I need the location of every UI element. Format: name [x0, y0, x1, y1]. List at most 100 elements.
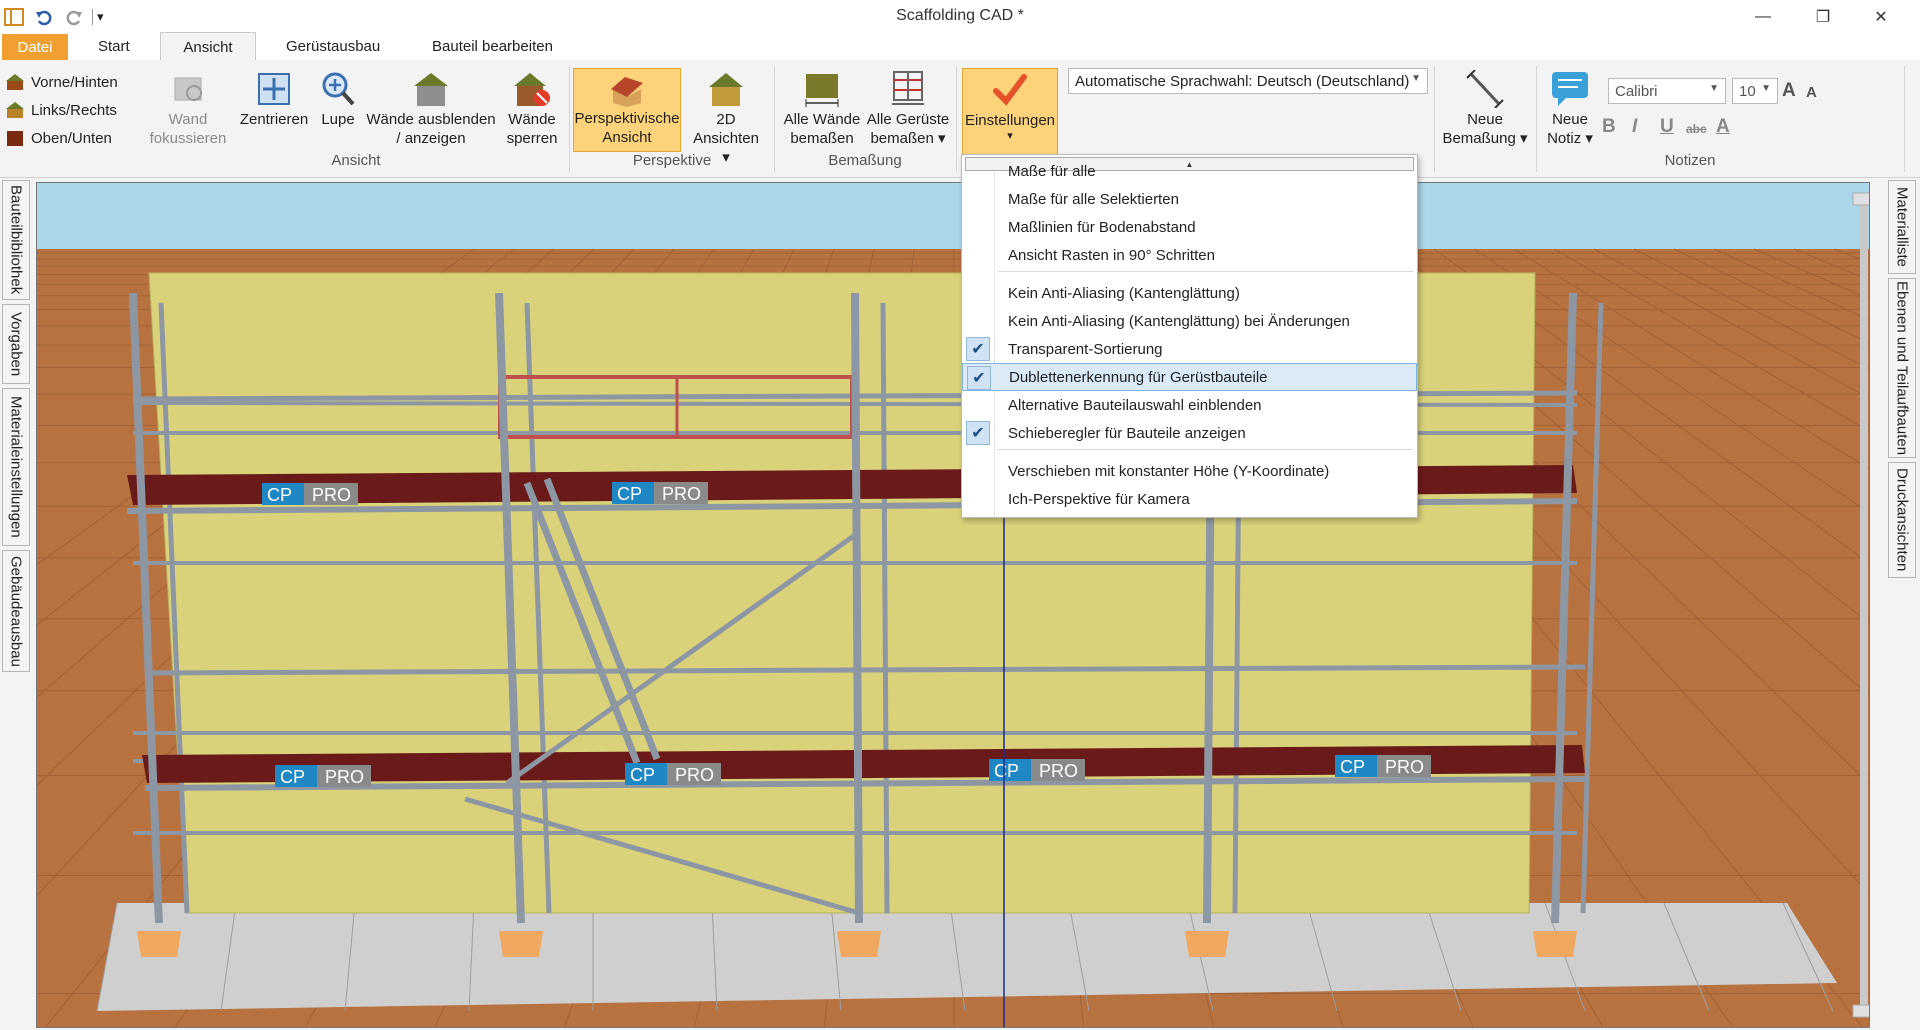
dropdown-item[interactable]: Ansicht Rasten in 90° Schritten — [962, 241, 1417, 269]
einstellungen-arrow: ▾ — [1007, 130, 1013, 142]
ribbon-separator — [774, 66, 775, 172]
dropdown-item[interactable]: Maße für alle — [962, 157, 1417, 185]
maximize-button[interactable]: ❐ — [1800, 0, 1846, 34]
checkmark-icon — [993, 74, 1027, 106]
bold-button[interactable]: B — [1602, 116, 1616, 138]
minimize-button[interactable]: — — [1740, 0, 1786, 34]
3d-viewport[interactable]: CP PRO CP PRO CP PRO CP PRO CP PRO CP PRO — [36, 182, 1870, 1028]
brand-text-left: CP — [280, 767, 305, 787]
links-rechts-button[interactable]: Links/Rechts — [6, 99, 117, 121]
dropdown-item-label: Alternative Bauteilauswahl einblenden — [1008, 396, 1262, 414]
neue-bemassung-button[interactable]: Neue Bemaßung ▾ — [1440, 70, 1530, 148]
tab-ansicht[interactable]: Ansicht — [160, 32, 256, 62]
dropdown-item[interactable]: Kein Anti-Aliasing (Kantenglättung) — [962, 279, 1417, 307]
dropdown-item-label: Verschieben mit konstanter Höhe (Y-Koord… — [1008, 462, 1330, 480]
grow-font-button[interactable]: A — [1782, 80, 1796, 102]
einstellungen-button[interactable]: Einstellungen ▾ — [962, 68, 1058, 156]
font-color-button[interactable]: A — [1716, 116, 1730, 138]
waende-sperren-button[interactable]: Wände sperren — [502, 70, 562, 148]
redo-icon[interactable] — [64, 7, 84, 27]
font-family-combo[interactable]: Calibri ▼ — [1608, 78, 1726, 104]
close-button[interactable]: ✕ — [1858, 0, 1904, 34]
dropdown-item-label: Schieberegler für Bauteile anzeigen — [1008, 424, 1246, 442]
oben-unten-label: Oben/Unten — [31, 129, 112, 147]
font-size-combo[interactable]: 10 ▼ — [1732, 78, 1778, 104]
sidetab-materialeinstellungen[interactable]: Materialeinstellungen — [2, 388, 30, 546]
dropdown-item[interactable]: Alternative Bauteilauswahl einblenden — [962, 391, 1417, 419]
sidetab-druckansichten[interactable]: Druckansichten — [1888, 462, 1916, 578]
dropdown-item-label: Kein Anti-Aliasing (Kantenglättung) bei … — [1008, 312, 1350, 330]
component-slider-thumb-top[interactable] — [1852, 192, 1870, 206]
tab-geruestausbau[interactable]: Gerüstausbau — [268, 32, 398, 60]
tab-start[interactable]: Start — [80, 32, 148, 60]
undo-icon[interactable] — [34, 7, 54, 27]
dropdown-item[interactable]: Ich-Perspektive für Kamera — [962, 485, 1417, 513]
sidetab-ebenen-teilaufbauten[interactable]: Ebenen und Teilaufbauten — [1888, 278, 1916, 458]
quick-access-toolbar: ▾ — [4, 5, 104, 29]
sidetab-bauteilbibliothek-label: Bauteilbibliothek — [7, 185, 25, 295]
sidetab-gebaeudeausbau[interactable]: Gebäudeausbau — [2, 550, 30, 672]
ribbon-separator — [1434, 66, 1435, 172]
alle-waende-line1: Alle Wände — [783, 111, 861, 128]
qa-separator — [92, 9, 93, 25]
wand-fokussieren-line1: Wand — [168, 111, 208, 128]
brand-text-right: PRO — [1039, 761, 1078, 781]
dropdown-item[interactable]: Kein Anti-Aliasing (Kantenglättung) bei … — [962, 307, 1417, 335]
alle-waende-bemassen-button[interactable]: Alle Wände bemaßen — [778, 70, 866, 148]
neue-bemassung-line1: Neue — [1467, 111, 1503, 128]
shrink-font-button[interactable]: A — [1806, 84, 1817, 101]
sidetab-materialeinstellungen-label: Materialeinstellungen — [7, 396, 25, 538]
brand-text-right: PRO — [662, 484, 701, 504]
speech-bubble-icon — [1552, 72, 1588, 106]
dropdown-item[interactable]: Verschieben mit konstanter Höhe (Y-Koord… — [962, 457, 1417, 485]
vorne-hinten-button[interactable]: Vorne/Hinten — [6, 71, 118, 93]
component-slider-track[interactable] — [1860, 193, 1868, 1013]
dropdown-item[interactable]: ✔ Transparent-Sortierung — [962, 335, 1417, 363]
sidetab-bauteilbibliothek[interactable]: Bauteilbibliothek — [2, 180, 30, 300]
sidetab-vorgaben-label: Vorgaben — [7, 311, 25, 377]
tab-bauteil-bearbeiten[interactable]: Bauteil bearbeiten — [414, 32, 571, 60]
dropdown-item-label: Ich-Perspektive für Kamera — [1008, 490, 1190, 508]
sidetab-vorgaben[interactable]: Vorgaben — [2, 304, 30, 384]
sidetab-materialliste-label: Materialliste — [1893, 186, 1911, 268]
brand-text-left: CP — [1340, 757, 1365, 777]
alle-gerueste-bemassen-button[interactable]: Alle Gerüste bemaßen ▾ — [866, 70, 950, 148]
sidetab-gebaeudeausbau-label: Gebäudeausbau — [7, 555, 25, 667]
2d-house-icon — [709, 73, 743, 106]
perspektivische-line2: Ansicht — [602, 129, 652, 146]
oben-unten-button[interactable]: Oben/Unten — [6, 127, 112, 149]
wand-fokussieren-button[interactable]: Wand fokussieren — [146, 70, 230, 148]
tab-datei[interactable]: Datei — [2, 34, 68, 60]
sidetab-ebenen-label: Ebenen und Teilaufbauten — [1893, 280, 1911, 456]
dropdown-item[interactable]: ✔ Schieberegler für Bauteile anzeigen — [962, 419, 1417, 447]
perspektivische-ansicht-button[interactable]: Perspektivische Ansicht — [573, 68, 681, 152]
dropdown-item[interactable]: ✔ Dublettenerkennung für Gerüstbauteile — [962, 363, 1417, 391]
sidetab-materialliste[interactable]: Materialliste — [1888, 180, 1916, 274]
dropdown-item[interactable]: Maßlinien für Bodenabstand — [962, 213, 1417, 241]
lupe-button[interactable]: Lupe — [316, 70, 360, 129]
neue-notiz-button[interactable]: Neue Notiz ▾ — [1540, 70, 1600, 148]
dropdown-item-label: Transparent-Sortierung — [1008, 340, 1163, 358]
language-combo[interactable]: Automatische Sprachwahl: Deutsch (Deutsc… — [1068, 68, 1428, 94]
alle-gerueste-line1: Alle Gerüste — [866, 111, 950, 128]
app-icon — [4, 8, 24, 26]
customize-qa-button[interactable]: ▾ — [97, 9, 104, 25]
scaffold-base-plate — [499, 931, 543, 957]
ribbon-separator — [569, 66, 570, 172]
brand-text-right: PRO — [312, 485, 351, 505]
strikethrough-button[interactable]: abc — [1686, 122, 1707, 136]
dropdown-item[interactable]: Maße für alle Selektierten — [962, 185, 1417, 213]
brand-text-right: PRO — [1385, 757, 1424, 777]
waende-ausblenden-line1: Wände ausblenden — [366, 111, 496, 128]
waende-ausblenden-button[interactable]: Wände ausblenden / anzeigen — [364, 70, 498, 148]
component-slider-thumb-bottom[interactable] — [1852, 1004, 1870, 1018]
dimension-scaffolds-icon — [892, 71, 924, 105]
perspective-house-icon — [611, 77, 643, 107]
underline-button[interactable]: U — [1660, 116, 1674, 138]
italic-button[interactable]: I — [1632, 116, 1637, 138]
einstellungen-dropdown: ▲ Maße für alle Maße für alle Selektierte… — [961, 154, 1418, 518]
brand-text-left: CP — [630, 765, 655, 785]
zentrieren-button[interactable]: Zentrieren — [234, 70, 314, 129]
alle-gerueste-line2: bemaßen ▾ — [870, 130, 946, 147]
focus-wall-icon — [174, 77, 202, 101]
